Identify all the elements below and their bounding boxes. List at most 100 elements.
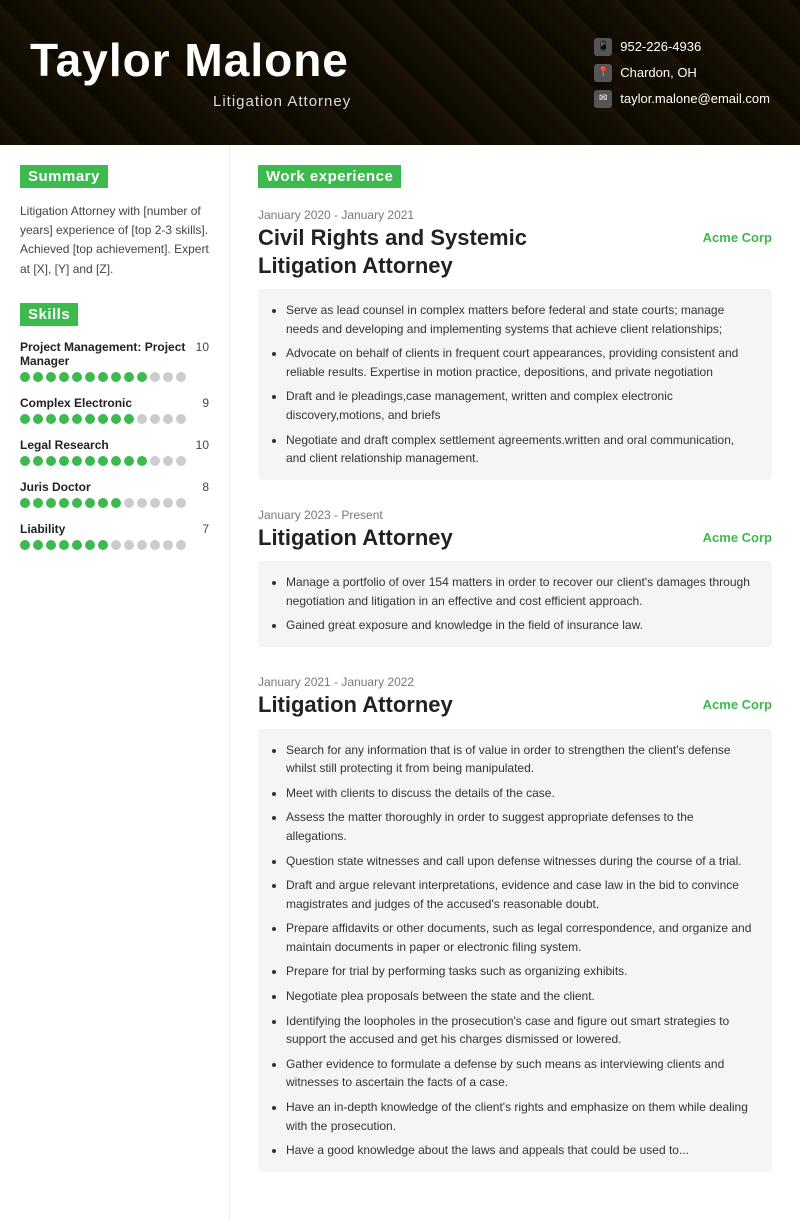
job-company: Acme Corp bbox=[703, 530, 772, 545]
phone-contact: 📱 952-226-4936 bbox=[594, 38, 770, 56]
bullet-item: Have an in-depth knowledge of the client… bbox=[286, 1098, 756, 1135]
bullet-item: Prepare for trial by performing tasks su… bbox=[286, 962, 756, 981]
skills-section-title: Skills bbox=[20, 303, 78, 326]
bullet-item: Serve as lead counsel in complex matters… bbox=[286, 301, 756, 338]
sidebar: Summary Litigation Attorney with [number… bbox=[0, 145, 230, 1220]
skill-dot bbox=[150, 456, 160, 466]
job-entry: January 2021 - January 2022Litigation At… bbox=[258, 675, 772, 1172]
skill-item: Project Management: Project Manager10 bbox=[20, 340, 209, 382]
skill-dot bbox=[59, 414, 69, 424]
bullet-item: Negotiate plea proposals between the sta… bbox=[286, 987, 756, 1006]
summary-text: Litigation Attorney with [number of year… bbox=[20, 202, 209, 279]
skill-name: Complex Electronic bbox=[20, 396, 132, 410]
skill-dot bbox=[72, 414, 82, 424]
bullet-item: Question state witnesses and call upon d… bbox=[286, 852, 756, 871]
skill-dot bbox=[163, 540, 173, 550]
skill-dot bbox=[124, 414, 134, 424]
skill-dot bbox=[85, 372, 95, 382]
skill-dot bbox=[124, 498, 134, 508]
work-content: Work experience January 2020 - January 2… bbox=[230, 145, 800, 1220]
skill-dot bbox=[176, 498, 186, 508]
phone-icon: 📱 bbox=[594, 38, 612, 56]
skill-item: Juris Doctor8 bbox=[20, 480, 209, 508]
location-text: Chardon, OH bbox=[620, 65, 697, 80]
skill-dot bbox=[72, 498, 82, 508]
skill-dot bbox=[33, 540, 43, 550]
skill-dot bbox=[150, 414, 160, 424]
skill-name: Legal Research bbox=[20, 438, 109, 452]
skill-dot bbox=[176, 414, 186, 424]
skill-name: Juris Doctor bbox=[20, 480, 91, 494]
skill-dot bbox=[111, 540, 121, 550]
skill-dots bbox=[20, 540, 209, 550]
email-icon: ✉ bbox=[594, 90, 612, 108]
skill-dot bbox=[72, 456, 82, 466]
skills-list: Project Management: Project Manager10Com… bbox=[20, 340, 209, 550]
bullet-item: Draft and argue relevant interpretations… bbox=[286, 876, 756, 913]
skill-item: Complex Electronic9 bbox=[20, 396, 209, 424]
bullet-item: Search for any information that is of va… bbox=[286, 741, 756, 778]
skill-dot bbox=[111, 372, 121, 382]
skill-dot bbox=[33, 498, 43, 508]
skill-dot bbox=[98, 498, 108, 508]
bullet-item: Gather evidence to formulate a defense b… bbox=[286, 1055, 756, 1092]
skill-dot bbox=[20, 540, 30, 550]
skill-dot bbox=[124, 372, 134, 382]
email-text: taylor.malone@email.com bbox=[620, 91, 770, 106]
job-entry: January 2023 - PresentLitigation Attorne… bbox=[258, 508, 772, 647]
candidate-title: Litigation Attorney bbox=[30, 93, 534, 110]
skill-dot bbox=[163, 498, 173, 508]
job-company: Acme Corp bbox=[703, 230, 772, 245]
bullet-item: Assess the matter thoroughly in order to… bbox=[286, 808, 756, 845]
skill-dot bbox=[98, 414, 108, 424]
skill-dot bbox=[150, 372, 160, 382]
job-date: January 2021 - January 2022 bbox=[258, 675, 772, 689]
job-date: January 2020 - January 2021 bbox=[258, 208, 772, 222]
skill-dot bbox=[72, 540, 82, 550]
skill-dots bbox=[20, 414, 209, 424]
skill-score: 10 bbox=[196, 340, 209, 354]
bullet-item: Negotiate and draft complex settlement a… bbox=[286, 431, 756, 468]
jobs-list: January 2020 - January 2021 Civil Rights … bbox=[258, 208, 772, 1172]
skill-name: Project Management: Project Manager bbox=[20, 340, 196, 368]
skill-dot bbox=[137, 414, 147, 424]
skill-dot bbox=[59, 498, 69, 508]
skill-dot bbox=[59, 372, 69, 382]
skill-dot bbox=[137, 372, 147, 382]
skill-dot bbox=[46, 372, 56, 382]
skill-dot bbox=[137, 456, 147, 466]
skill-dot bbox=[150, 540, 160, 550]
job-title: Civil Rights and SystemicLitigation Atto… bbox=[258, 224, 527, 279]
job-bullets: Manage a portfolio of over 154 matters i… bbox=[258, 561, 772, 647]
bullet-item: Manage a portfolio of over 154 matters i… bbox=[286, 573, 756, 610]
skill-dot bbox=[163, 456, 173, 466]
skill-score: 10 bbox=[196, 438, 209, 452]
skill-dot bbox=[124, 540, 134, 550]
skill-score: 7 bbox=[202, 522, 209, 536]
work-section-title: Work experience bbox=[258, 165, 401, 188]
bullet-item: Identifying the loopholes in the prosecu… bbox=[286, 1012, 756, 1049]
main-body: Summary Litigation Attorney with [number… bbox=[0, 145, 800, 1220]
skill-dot bbox=[46, 414, 56, 424]
skill-dot bbox=[59, 540, 69, 550]
phone-number: 952-226-4936 bbox=[620, 39, 701, 54]
skill-dot bbox=[72, 372, 82, 382]
skill-dot bbox=[124, 456, 134, 466]
skill-dot bbox=[111, 456, 121, 466]
job-title: Litigation Attorney bbox=[258, 524, 453, 552]
skill-dot bbox=[46, 456, 56, 466]
skill-dot bbox=[111, 498, 121, 508]
skill-dot bbox=[176, 456, 186, 466]
skill-dot bbox=[20, 414, 30, 424]
skill-dot bbox=[59, 456, 69, 466]
skill-dot bbox=[33, 414, 43, 424]
skill-dot bbox=[85, 414, 95, 424]
skill-dot bbox=[150, 498, 160, 508]
summary-section-title: Summary bbox=[20, 165, 108, 188]
skill-dot bbox=[46, 498, 56, 508]
job-header: Civil Rights and SystemicLitigation Atto… bbox=[258, 224, 772, 279]
skill-dot bbox=[98, 456, 108, 466]
location-contact: 📍 Chardon, OH bbox=[594, 64, 770, 82]
skill-dot bbox=[33, 456, 43, 466]
bullet-item: Draft and le pleadings,case management, … bbox=[286, 387, 756, 424]
